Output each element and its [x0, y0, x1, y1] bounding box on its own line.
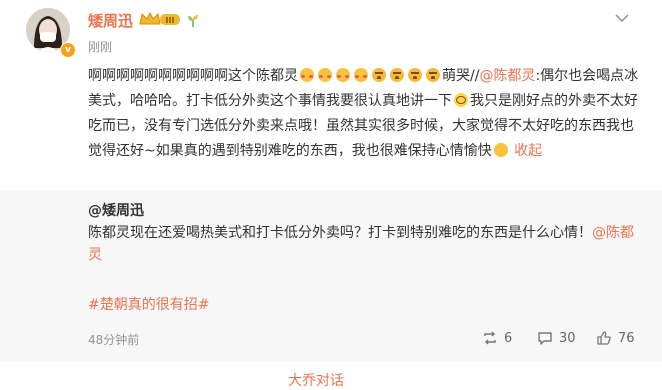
blush-emoji-icon — [336, 68, 350, 82]
blush-emoji-icon — [318, 68, 332, 82]
chevron-down-icon[interactable] — [614, 10, 630, 29]
post-text-segment: 啊啊啊啊啊啊啊啊啊啊这个陈都灵 — [88, 68, 298, 84]
cry-emoji-icon — [372, 68, 386, 82]
hashtag-link[interactable]: #楚朝真的很有招# — [88, 294, 209, 314]
mention-link[interactable]: @陈都灵 — [479, 68, 535, 84]
post-timestamp[interactable]: 刚刚 — [88, 38, 112, 55]
thumbs-up-icon — [597, 331, 611, 345]
like-count-button[interactable]: 76 — [596, 330, 635, 346]
collapse-link[interactable]: 收起 — [510, 143, 542, 159]
repost-count: 6 — [504, 330, 513, 346]
sad-emoji-icon — [493, 143, 508, 157]
swirl-emoji-icon — [454, 93, 468, 107]
cry-emoji-icon — [408, 68, 422, 82]
repost-icon — [484, 331, 496, 345]
blush-emoji-icon — [354, 68, 368, 82]
bottom-partial-link[interactable]: 大乔对话 — [288, 370, 344, 390]
like-count: 76 — [618, 330, 635, 346]
comment-count: 30 — [559, 330, 576, 346]
member-level-label: III — [166, 16, 175, 25]
comment-count-button[interactable]: 30 — [537, 330, 576, 346]
post-text-segment: 萌哭// — [442, 68, 480, 84]
repost-text: 陈都灵现在还爱喝热美式和打卡低分外卖吗？打卡到特别难吃的东西是什么心情！@陈都灵 — [88, 222, 643, 266]
sprout-icon — [186, 13, 200, 32]
repost-timestamp[interactable]: 48分钟前 — [88, 331, 139, 348]
member-level-badge-icon[interactable]: III — [138, 11, 182, 31]
post-body: 啊啊啊啊啊啊啊啊啊啊这个陈都灵 萌哭//@陈都灵:偶尔也会喝点冰美式，哈哈哈。打卡… — [88, 64, 643, 164]
comment-icon — [538, 332, 552, 345]
repost-author[interactable]: @矮周迅 — [88, 200, 144, 220]
verified-badge-icon: v — [60, 42, 76, 58]
blush-emoji-icon — [300, 68, 314, 82]
repost-text-body: 陈都灵现在还爱喝热美式和打卡低分外卖吗？打卡到特别难吃的东西是什么心情！ — [88, 225, 592, 241]
cry-emoji-icon — [426, 68, 440, 82]
cry-emoji-icon — [390, 68, 404, 82]
repost-count-button[interactable]: 6 — [482, 330, 512, 346]
author-name[interactable]: 矮周迅 — [88, 10, 133, 31]
repost-card[interactable]: @矮周迅 陈都灵现在还爱喝热美式和打卡低分外卖吗？打卡到特别难吃的东西是什么心情… — [0, 190, 662, 362]
